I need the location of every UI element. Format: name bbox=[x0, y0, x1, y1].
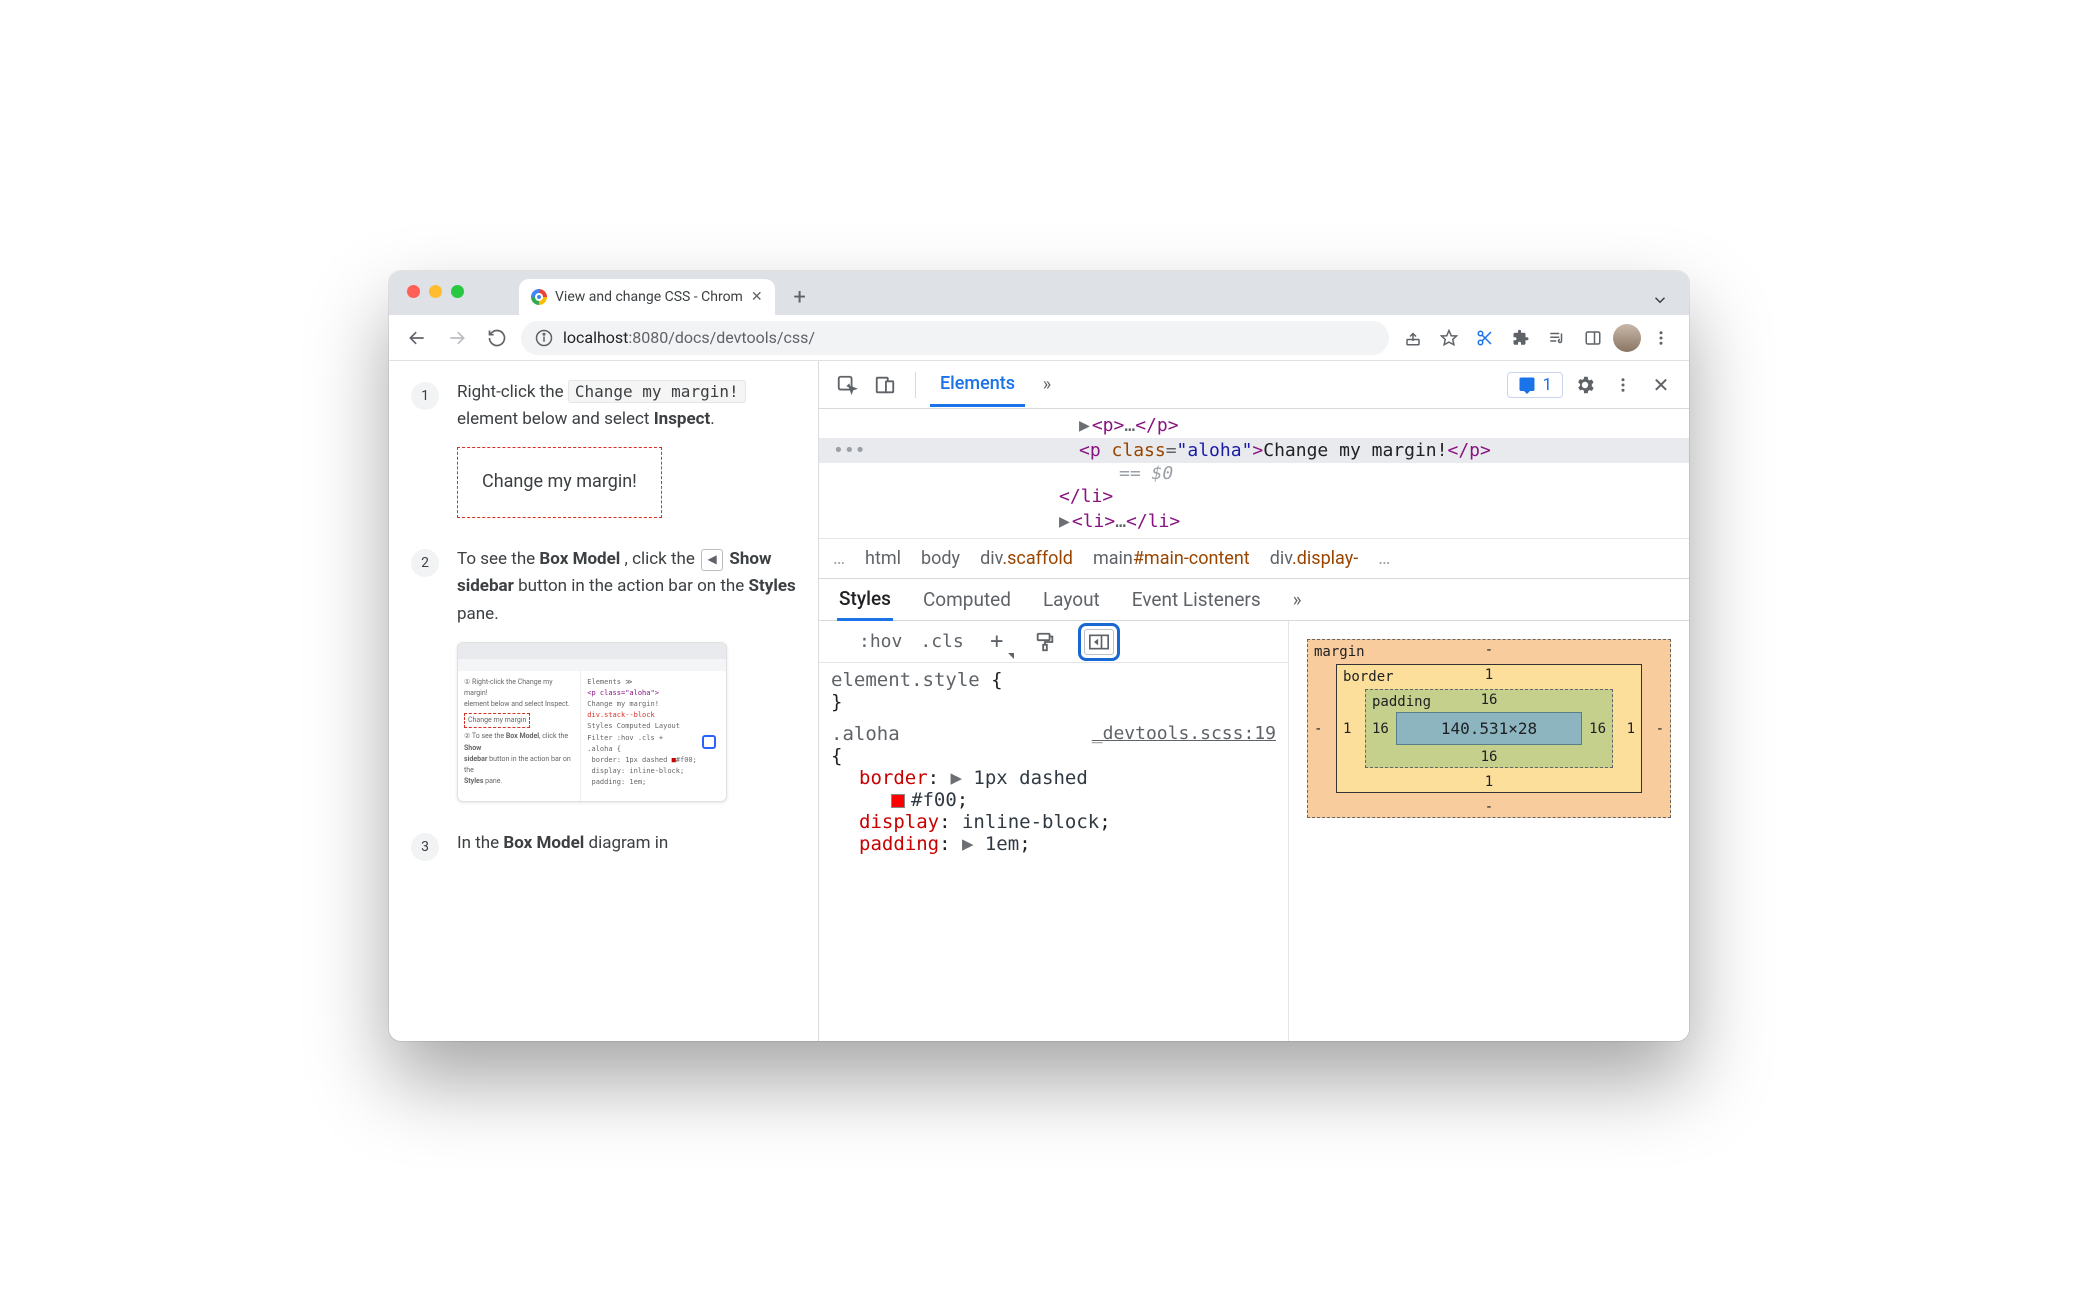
step-number: 2 bbox=[411, 549, 439, 577]
step-number: 1 bbox=[411, 382, 439, 410]
profile-avatar[interactable] bbox=[1613, 324, 1641, 352]
back-button[interactable] bbox=[401, 322, 433, 354]
issues-badge[interactable]: 1 bbox=[1507, 372, 1563, 398]
settings-icon[interactable] bbox=[1569, 369, 1601, 401]
actions-icon[interactable]: ••• bbox=[833, 440, 866, 461]
paint-icon[interactable] bbox=[1030, 627, 1060, 657]
classes-toggle[interactable]: .cls bbox=[920, 631, 963, 652]
tab-elements[interactable]: Elements bbox=[930, 363, 1025, 407]
extensions-icon[interactable] bbox=[1505, 322, 1537, 354]
close-tab-icon[interactable]: ✕ bbox=[751, 289, 763, 305]
styles-pane: :hov .cls + element.style { bbox=[819, 621, 1289, 1041]
new-tab-button[interactable]: + bbox=[785, 282, 815, 312]
forward-button[interactable] bbox=[441, 322, 473, 354]
show-sidebar-button-highlight bbox=[1078, 623, 1120, 661]
toolbar: localhost:8080/docs/devtools/css/ bbox=[389, 315, 1689, 361]
code-chip: Change my margin! bbox=[568, 380, 746, 403]
tab-title: View and change CSS - Chrom bbox=[555, 289, 743, 305]
color-swatch-icon[interactable] bbox=[891, 794, 905, 808]
share-icon[interactable] bbox=[1397, 322, 1429, 354]
content-area: 1 Right-click the Change my margin! elem… bbox=[389, 361, 1689, 1041]
hover-toggle[interactable]: :hov bbox=[859, 631, 902, 652]
tab-event-listeners[interactable]: Event Listeners bbox=[1130, 580, 1263, 619]
box-model-sidebar: margin - - - - border 1 1 1 1 bbox=[1289, 621, 1689, 1041]
site-info-icon[interactable] bbox=[535, 329, 553, 347]
crumb-main[interactable]: main#main-content bbox=[1093, 548, 1250, 569]
step-number: 3 bbox=[411, 833, 439, 861]
devtools-panel: Elements » 1 ✕ ▶<p>…</p> bbox=[819, 361, 1689, 1041]
fullscreen-window-icon[interactable] bbox=[451, 285, 464, 298]
screenshot-thumbnail: ① Right-click the Change my margin!eleme… bbox=[457, 642, 727, 802]
devtools-menu-icon[interactable] bbox=[1607, 369, 1639, 401]
device-toggle-icon[interactable] bbox=[869, 369, 901, 401]
show-sidebar-inline-icon: ◀ bbox=[701, 549, 723, 571]
devtools-main-toolbar: Elements » 1 ✕ bbox=[819, 361, 1689, 409]
sidepanel-icon[interactable] bbox=[1577, 322, 1609, 354]
breadcrumb[interactable]: … html body div.scaffold main#main-conte… bbox=[819, 539, 1689, 579]
step-2: 2 To see the Box Model , click the ◀ Sho… bbox=[411, 546, 796, 802]
tab-styles[interactable]: Styles bbox=[837, 579, 893, 621]
inspect-element-icon[interactable] bbox=[831, 369, 863, 401]
bookmark-icon[interactable] bbox=[1433, 322, 1465, 354]
scissors-icon[interactable] bbox=[1469, 322, 1501, 354]
page-content: 1 Right-click the Change my margin! elem… bbox=[389, 361, 819, 1041]
tab-layout[interactable]: Layout bbox=[1041, 580, 1102, 619]
css-rules[interactable]: element.style { } .aloha _devtools.scss:… bbox=[819, 663, 1288, 1041]
browser-window: View and change CSS - Chrom ✕ + localhos… bbox=[389, 271, 1689, 1041]
crumb-html[interactable]: html bbox=[865, 548, 901, 569]
crumb-body[interactable]: body bbox=[921, 548, 960, 569]
url-text: localhost:8080/docs/devtools/css/ bbox=[563, 328, 815, 347]
box-padding[interactable]: padding 16 16 16 16 140.531×28 bbox=[1365, 689, 1613, 768]
toolbar-actions bbox=[1397, 322, 1677, 354]
new-rule-button[interactable]: + bbox=[982, 627, 1012, 657]
more-subtabs-icon[interactable]: » bbox=[1291, 580, 1304, 619]
tab-overflow-icon[interactable] bbox=[1651, 291, 1669, 309]
close-window-icon[interactable] bbox=[407, 285, 420, 298]
address-bar[interactable]: localhost:8080/docs/devtools/css/ bbox=[521, 321, 1389, 355]
selected-dom-node[interactable]: ••• <p class="aloha">Change my margin!</… bbox=[819, 438, 1689, 463]
chrome-favicon-icon bbox=[531, 289, 547, 305]
crumb-div-scaffold[interactable]: div.scaffold bbox=[980, 548, 1073, 569]
dom-tree[interactable]: ▶<p>…</p> ••• <p class="aloha">Change my… bbox=[819, 409, 1689, 539]
chrome-menu-icon[interactable] bbox=[1645, 322, 1677, 354]
box-border[interactable]: border 1 1 1 1 padding 16 16 16 bbox=[1336, 664, 1642, 793]
browser-tab[interactable]: View and change CSS - Chrom ✕ bbox=[519, 279, 775, 315]
tab-computed[interactable]: Computed bbox=[921, 580, 1013, 619]
close-devtools-icon[interactable]: ✕ bbox=[1645, 369, 1677, 401]
playlist-icon[interactable] bbox=[1541, 322, 1573, 354]
reload-button[interactable] bbox=[481, 322, 513, 354]
crumb-div-display[interactable]: div.display- bbox=[1270, 548, 1359, 569]
step-3: 3 In the Box Model diagram in bbox=[411, 830, 796, 861]
show-sidebar-button[interactable] bbox=[1084, 629, 1114, 655]
window-controls bbox=[407, 285, 464, 298]
box-content[interactable]: 140.531×28 bbox=[1396, 712, 1582, 745]
minimize-window-icon[interactable] bbox=[429, 285, 442, 298]
source-link[interactable]: _devtools.scss:19 bbox=[1092, 723, 1276, 744]
styles-action-bar: :hov .cls + bbox=[819, 621, 1288, 663]
styles-tab-bar: Styles Computed Layout Event Listeners » bbox=[819, 579, 1689, 621]
demo-element[interactable]: Change my margin! bbox=[457, 447, 662, 518]
step-1: 1 Right-click the Change my margin! elem… bbox=[411, 379, 796, 518]
tab-strip: View and change CSS - Chrom ✕ + bbox=[389, 271, 1689, 315]
more-tabs-icon[interactable]: » bbox=[1031, 369, 1063, 401]
box-margin[interactable]: margin - - - - border 1 1 1 1 bbox=[1307, 639, 1671, 818]
